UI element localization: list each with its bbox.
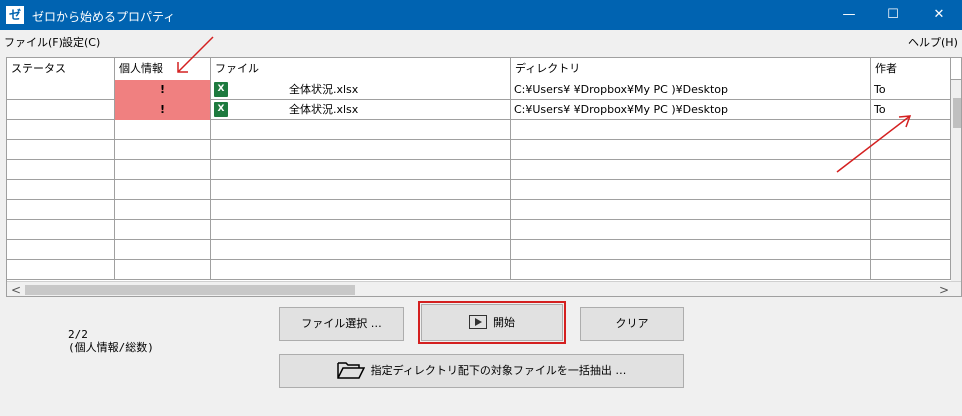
empty-cell <box>115 240 211 260</box>
empty-cell <box>211 200 511 220</box>
menu-help[interactable]: ヘルプ(H) <box>908 34 958 50</box>
empty-cell <box>511 160 871 180</box>
count-value: 2/2 <box>68 328 88 341</box>
menu-settings[interactable]: 設定(C) <box>62 34 100 50</box>
horizontal-scroll-thumb[interactable] <box>25 285 355 295</box>
directory-cell: C:¥Users¥ ¥Dropbox¥My PC )¥Desktop <box>511 80 871 100</box>
empty-cell <box>115 160 211 180</box>
empty-cell <box>7 160 115 180</box>
empty-cell <box>211 140 511 160</box>
folder-open-icon <box>336 362 365 379</box>
play-icon <box>469 315 487 329</box>
vertical-scrollbar[interactable] <box>951 80 961 284</box>
empty-cell <box>115 180 211 200</box>
title-bar: ゼ ゼロから始めるプロパティ — ☐ ✕ <box>0 0 962 30</box>
empty-cell <box>871 240 951 260</box>
file-cell: X 全体状況.xlsx <box>211 100 511 120</box>
personal-info-flag: ! <box>115 80 211 100</box>
empty-cell <box>211 180 511 200</box>
clear-button[interactable]: クリア <box>580 307 684 341</box>
column-header-directory[interactable]: ディレクトリ <box>511 58 871 80</box>
scroll-right-icon[interactable]: > <box>939 282 949 296</box>
empty-cell <box>7 180 115 200</box>
table-row[interactable] <box>7 180 951 200</box>
empty-cell <box>511 180 871 200</box>
menu-file[interactable]: ファイル(F) <box>4 34 63 50</box>
file-name: 全体状況.xlsx <box>289 83 359 96</box>
empty-cell <box>7 120 115 140</box>
excel-icon: X <box>214 82 228 97</box>
column-header-file[interactable]: ファイル <box>211 58 511 80</box>
empty-cell <box>511 240 871 260</box>
empty-cell <box>871 200 951 220</box>
summary-count: 2/2 (個人情報/総数) <box>68 328 154 354</box>
table-row[interactable] <box>7 120 951 140</box>
file-cell: X 全体状況.xlsx <box>211 80 511 100</box>
empty-cell <box>115 140 211 160</box>
minimize-button[interactable]: — <box>826 0 872 30</box>
directory-cell: C:¥Users¥ ¥Dropbox¥My PC )¥Desktop <box>511 100 871 120</box>
empty-cell <box>7 220 115 240</box>
excel-icon: X <box>214 102 228 117</box>
table-row[interactable]: ! X 全体状況.xlsx C:¥Users¥ ¥Dropbox¥My PC )… <box>7 100 951 120</box>
empty-cell <box>7 240 115 260</box>
empty-cell <box>511 120 871 140</box>
empty-cell <box>7 140 115 160</box>
empty-cell <box>211 120 511 140</box>
bulk-extract-button[interactable]: 指定ディレクトリ配下の対象ファイルを一括抽出 … <box>279 354 684 388</box>
horizontal-scrollbar[interactable]: < > <box>7 281 961 296</box>
extract-label: 指定ディレクトリ配下の対象ファイルを一括抽出 … <box>370 364 627 377</box>
empty-cell <box>511 200 871 220</box>
empty-cell <box>115 260 211 280</box>
empty-cell <box>7 260 115 280</box>
empty-cell <box>115 120 211 140</box>
app-icon: ゼ <box>6 6 24 24</box>
empty-cell <box>871 140 951 160</box>
table-row[interactable] <box>7 220 951 240</box>
table-row[interactable]: ! X 全体状況.xlsx C:¥Users¥ ¥Dropbox¥My PC )… <box>7 80 951 100</box>
column-header-author[interactable]: 作者 <box>871 58 951 80</box>
file-grid: ステータス 個人情報 ファイル ディレクトリ 作者 ! X 全体状況.xlsx … <box>6 57 962 297</box>
file-select-button[interactable]: ファイル選択 … <box>279 307 404 341</box>
count-caption: (個人情報/総数) <box>68 341 154 354</box>
table-row[interactable] <box>7 160 951 180</box>
close-button[interactable]: ✕ <box>916 0 962 30</box>
author-cell: To <box>871 100 951 120</box>
empty-cell <box>871 120 951 140</box>
empty-cell <box>7 200 115 220</box>
empty-cell <box>511 220 871 240</box>
status-cell <box>7 80 115 100</box>
table-row[interactable] <box>7 260 951 280</box>
start-label: 開始 <box>493 316 515 329</box>
empty-cell <box>115 200 211 220</box>
vertical-scroll-thumb[interactable] <box>953 98 961 128</box>
window-title: ゼロから始めるプロパティ <box>32 10 176 24</box>
table-row[interactable] <box>7 240 951 260</box>
column-header-status[interactable]: ステータス <box>7 58 115 80</box>
author-cell: To <box>871 80 951 100</box>
grid-header: ステータス 個人情報 ファイル ディレクトリ 作者 <box>7 58 961 80</box>
empty-cell <box>871 160 951 180</box>
column-header-personal-info[interactable]: 個人情報 <box>115 58 211 80</box>
table-row[interactable] <box>7 200 951 220</box>
empty-cell <box>115 220 211 240</box>
file-name: 全体状況.xlsx <box>289 103 359 116</box>
personal-info-flag: ! <box>115 100 211 120</box>
empty-cell <box>211 260 511 280</box>
empty-cell <box>871 260 951 280</box>
scroll-left-icon[interactable]: < <box>11 282 21 296</box>
empty-cell <box>211 160 511 180</box>
empty-cell <box>211 220 511 240</box>
menu-bar: ファイル(F) 設定(C) ヘルプ(H) <box>0 30 962 52</box>
status-cell <box>7 100 115 120</box>
empty-cell <box>511 260 871 280</box>
maximize-button[interactable]: ☐ <box>870 0 916 30</box>
empty-cell <box>871 220 951 240</box>
start-button[interactable]: 開始 <box>421 304 563 341</box>
table-row[interactable] <box>7 140 951 160</box>
empty-cell <box>511 140 871 160</box>
empty-cell <box>871 180 951 200</box>
empty-cell <box>211 240 511 260</box>
